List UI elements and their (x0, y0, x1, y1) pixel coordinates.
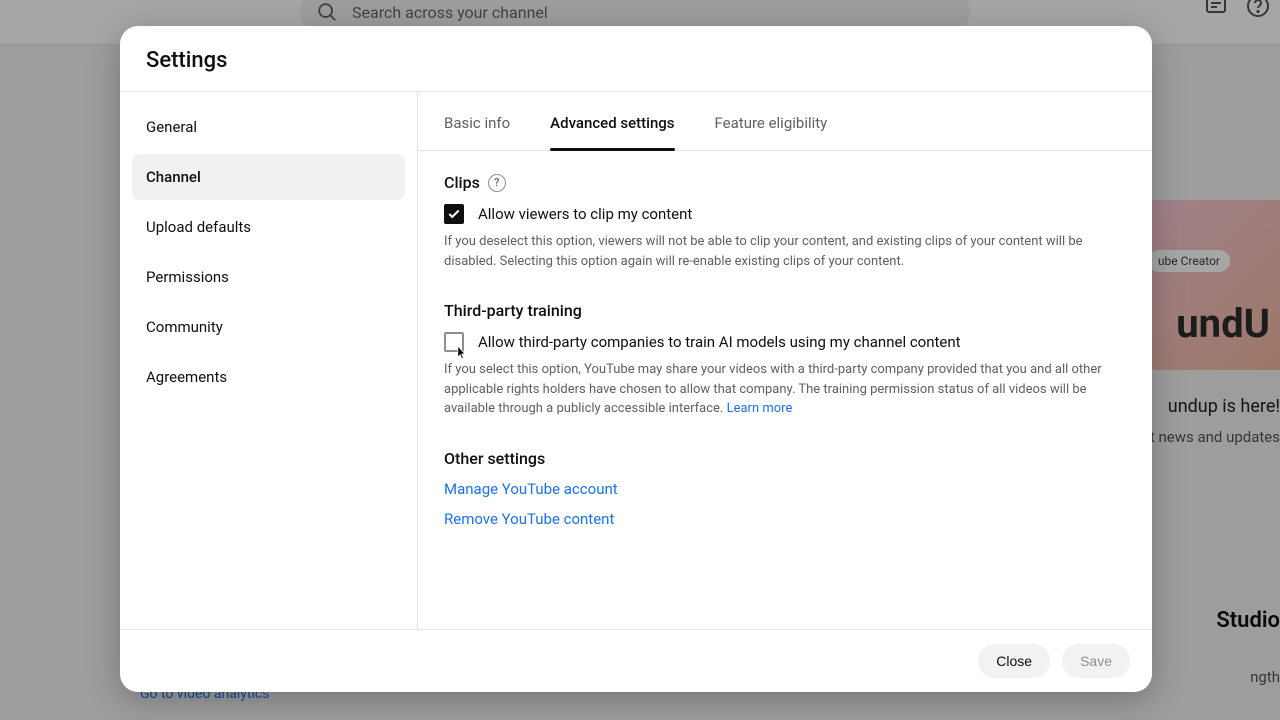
training-checkbox[interactable] (444, 332, 464, 352)
save-button: Save (1062, 644, 1130, 678)
close-button[interactable]: Close (978, 644, 1050, 678)
other-title: Other settings (444, 449, 1126, 468)
sidebar-item-agreements[interactable]: Agreements (132, 354, 405, 400)
training-title: Third-party training (444, 301, 1126, 320)
clips-title: Clips ? (444, 173, 1126, 192)
tab-advanced-settings[interactable]: Advanced settings (550, 92, 674, 150)
training-checkbox-label: Allow third-party companies to train AI … (478, 333, 961, 351)
settings-sidebar: General Channel Upload defaults Permissi… (120, 92, 418, 629)
check-icon (447, 207, 461, 221)
tab-basic-info[interactable]: Basic info (444, 92, 510, 150)
clips-checkbox[interactable] (444, 204, 464, 224)
sidebar-item-permissions[interactable]: Permissions (132, 254, 405, 300)
clips-checkbox-label: Allow viewers to clip my content (478, 205, 692, 223)
sidebar-item-general[interactable]: General (132, 104, 405, 150)
help-icon[interactable]: ? (488, 174, 506, 192)
modal-title: Settings (120, 26, 1152, 92)
manage-account-link[interactable]: Manage YouTube account (444, 480, 1126, 498)
clips-desc: If you deselect this option, viewers wil… (444, 232, 1126, 271)
remove-content-link[interactable]: Remove YouTube content (444, 510, 1126, 528)
sidebar-item-upload-defaults[interactable]: Upload defaults (132, 204, 405, 250)
clips-title-text: Clips (444, 173, 480, 192)
tabs: Basic info Advanced settings Feature eli… (418, 92, 1152, 151)
tab-feature-eligibility[interactable]: Feature eligibility (715, 92, 828, 150)
training-desc: If you select this option, YouTube may s… (444, 360, 1126, 419)
sidebar-item-channel[interactable]: Channel (132, 154, 405, 200)
learn-more-link[interactable]: Learn more (727, 401, 793, 416)
settings-modal: Settings General Channel Upload defaults… (120, 26, 1152, 692)
sidebar-item-community[interactable]: Community (132, 304, 405, 350)
